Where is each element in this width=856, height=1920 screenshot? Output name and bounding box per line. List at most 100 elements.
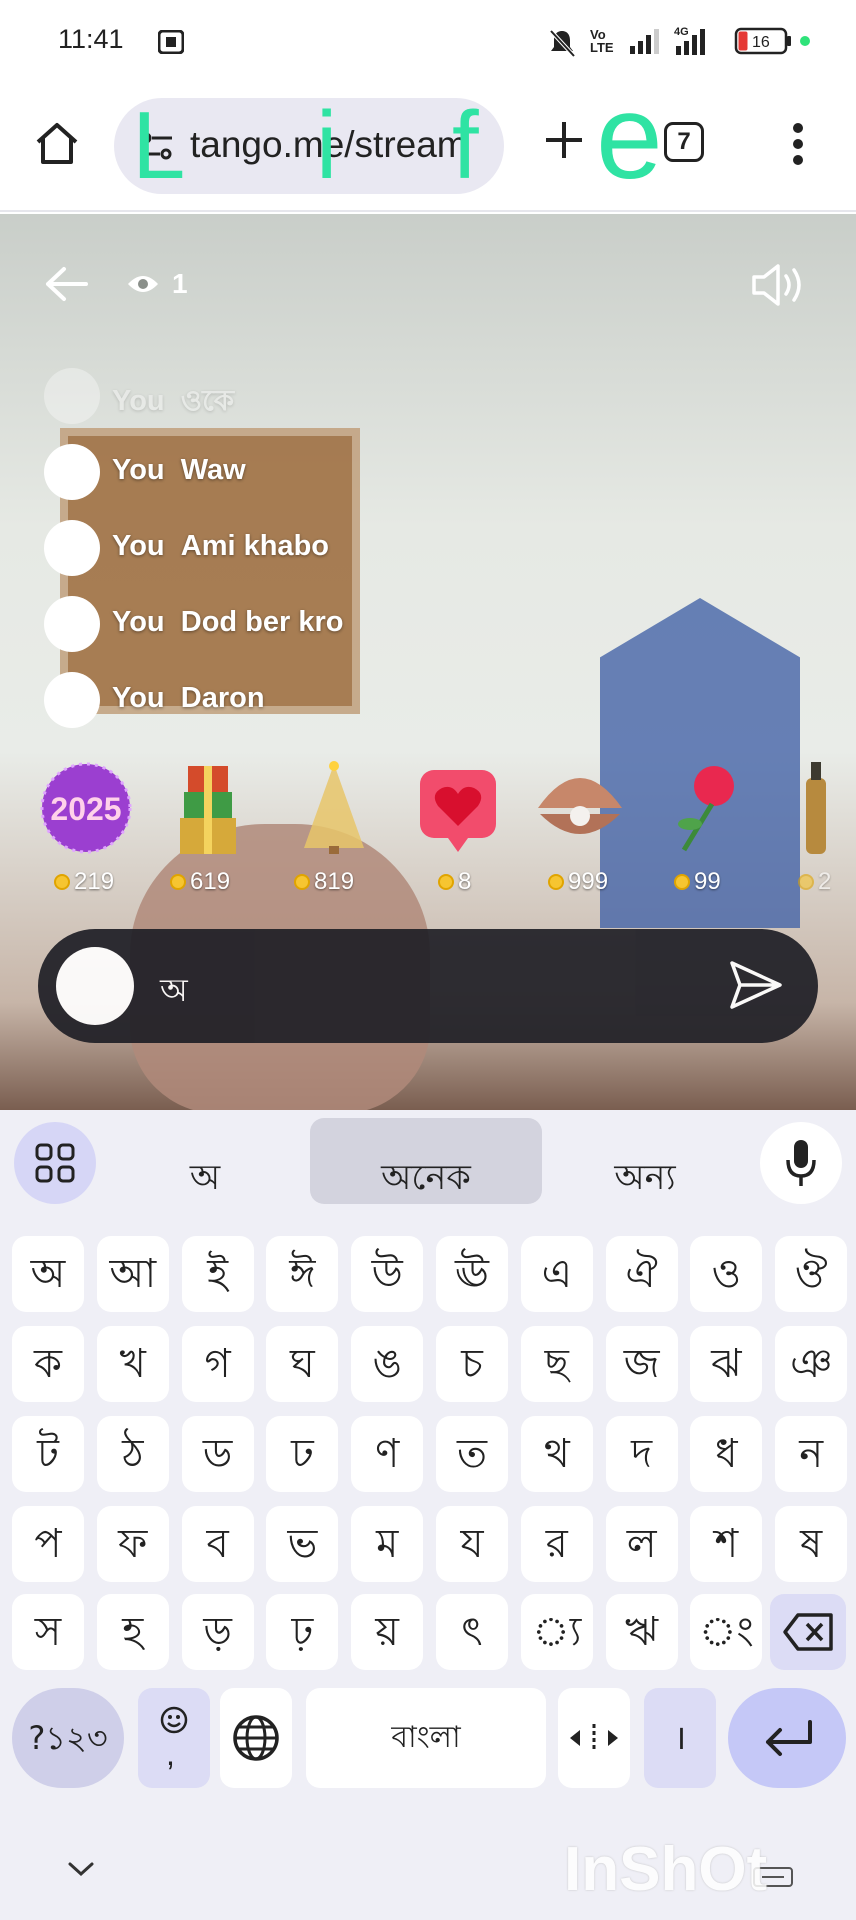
emoji-comma-key[interactable]: , bbox=[138, 1688, 210, 1788]
gift-pearl-shell[interactable]: 999 bbox=[530, 758, 640, 898]
key-2-7[interactable]: দ bbox=[605, 1416, 678, 1492]
key-1-9[interactable]: ঞ bbox=[775, 1326, 848, 1402]
key-0-6[interactable]: এ bbox=[520, 1236, 593, 1312]
key-2-1[interactable]: ঠ bbox=[96, 1416, 169, 1492]
language-key[interactable] bbox=[220, 1688, 292, 1788]
gift-christmas-tree[interactable]: 819 bbox=[284, 758, 394, 898]
key-4-6[interactable]: ্য bbox=[520, 1594, 593, 1670]
tab-switcher-button[interactable]: 7 bbox=[664, 122, 704, 162]
enter-key[interactable] bbox=[728, 1688, 846, 1788]
key-0-9[interactable]: ঔ bbox=[775, 1236, 848, 1312]
key-1-6[interactable]: ছ bbox=[520, 1326, 593, 1402]
key-1-4[interactable]: ঙ bbox=[351, 1326, 424, 1402]
suggestion-3[interactable]: অন্য bbox=[590, 1150, 700, 1209]
avatar[interactable] bbox=[44, 368, 100, 424]
keyboard: অ অনেক অন্য অআইঈউঊএঐওঔ কখগঘঙচছজঝঞ টঠডঢণতথদ… bbox=[0, 1110, 856, 1920]
back-arrow-icon[interactable] bbox=[44, 266, 88, 307]
gift-boxes[interactable]: 619 bbox=[160, 758, 270, 898]
site-settings-icon[interactable] bbox=[140, 130, 174, 167]
key-2-5[interactable]: ত bbox=[436, 1416, 508, 1492]
gift-2025-icon: 2025 bbox=[40, 762, 132, 854]
key-3-8[interactable]: শ bbox=[690, 1506, 763, 1582]
key-4-8[interactable]: ং bbox=[690, 1594, 763, 1670]
status-bar: 11:41 Vo LTE 4G 16 bbox=[0, 0, 856, 84]
key-4-3[interactable]: ঢ় bbox=[266, 1594, 339, 1670]
avatar[interactable] bbox=[44, 596, 100, 652]
key-4-7[interactable]: ঋ bbox=[605, 1594, 678, 1670]
rose-icon bbox=[678, 766, 734, 852]
key-1-7[interactable]: জ bbox=[605, 1326, 678, 1402]
key-1-0[interactable]: ক bbox=[12, 1326, 84, 1402]
avatar[interactable] bbox=[44, 520, 100, 576]
key-0-1[interactable]: আ bbox=[96, 1236, 169, 1312]
url-text: tango.me/stream bbox=[190, 124, 468, 165]
key-0-3[interactable]: ঈ bbox=[266, 1236, 339, 1312]
key-1-3[interactable]: ঘ bbox=[266, 1326, 339, 1402]
key-3-2[interactable]: ব bbox=[181, 1506, 254, 1582]
gift-2025[interactable]: 2025 219 bbox=[36, 758, 146, 898]
volte-icon: Vo LTE bbox=[590, 27, 614, 55]
new-tab-plus-icon[interactable] bbox=[542, 118, 586, 167]
key-0-2[interactable]: ই bbox=[181, 1236, 254, 1312]
address-bar[interactable]: tango.me/stream bbox=[114, 98, 504, 194]
key-4-1[interactable]: হ bbox=[96, 1594, 169, 1670]
gift-rose[interactable]: 99 bbox=[654, 758, 764, 898]
key-4-4[interactable]: য় bbox=[351, 1594, 424, 1670]
key-2-0[interactable]: ট bbox=[12, 1416, 84, 1492]
keyboard-menu-button[interactable] bbox=[14, 1122, 96, 1204]
hide-keyboard-icon[interactable] bbox=[66, 1860, 96, 1883]
key-2-8[interactable]: ধ bbox=[690, 1416, 763, 1492]
gift-heart[interactable]: 8 bbox=[408, 758, 518, 898]
key-2-4[interactable]: ণ bbox=[351, 1416, 424, 1492]
watermark: InShOt bbox=[564, 1835, 768, 1904]
avatar[interactable] bbox=[44, 672, 100, 728]
suggestion-1[interactable]: অ bbox=[150, 1150, 260, 1209]
voice-input-button[interactable] bbox=[760, 1122, 842, 1204]
comment-input-bar[interactable]: অ bbox=[38, 929, 818, 1043]
camera-dot-indicator bbox=[800, 36, 810, 46]
home-icon[interactable] bbox=[34, 120, 80, 171]
key-0-0[interactable]: অ bbox=[12, 1236, 84, 1312]
key-1-5[interactable]: চ bbox=[436, 1326, 508, 1402]
key-0-5[interactable]: ঊ bbox=[436, 1236, 508, 1312]
key-3-6[interactable]: র bbox=[520, 1506, 593, 1582]
gift-bottle[interactable]: 2 bbox=[780, 758, 856, 898]
key-0-7[interactable]: ঐ bbox=[605, 1236, 678, 1312]
send-icon[interactable] bbox=[728, 959, 784, 1016]
chat-text: Daron bbox=[180, 682, 265, 714]
backspace-key[interactable] bbox=[770, 1594, 846, 1670]
speaker-icon[interactable] bbox=[750, 262, 810, 313]
key-3-1[interactable]: ফ bbox=[96, 1506, 169, 1582]
key-1-8[interactable]: ঝ bbox=[690, 1326, 763, 1402]
key-3-4[interactable]: ম bbox=[351, 1506, 424, 1582]
key-2-3[interactable]: ঢ bbox=[266, 1416, 339, 1492]
key-2-9[interactable]: ন bbox=[775, 1416, 848, 1492]
cursor-move-key[interactable] bbox=[558, 1688, 630, 1788]
period-key[interactable]: । bbox=[644, 1688, 716, 1788]
chat-text: Dod ber kro bbox=[180, 606, 344, 638]
backspace-icon bbox=[783, 1613, 833, 1651]
key-3-0[interactable]: প bbox=[12, 1506, 84, 1582]
key-4-0[interactable]: স bbox=[12, 1594, 84, 1670]
key-2-2[interactable]: ড bbox=[181, 1416, 254, 1492]
comment-input[interactable]: অ bbox=[160, 965, 188, 1019]
key-0-8[interactable]: ও bbox=[690, 1236, 763, 1312]
bottle-icon bbox=[806, 762, 826, 854]
coin-icon bbox=[798, 874, 814, 890]
key-0-4[interactable]: উ bbox=[351, 1236, 424, 1312]
key-3-9[interactable]: ষ bbox=[775, 1506, 848, 1582]
avatar[interactable] bbox=[44, 444, 100, 500]
key-1-2[interactable]: গ bbox=[181, 1326, 254, 1402]
space-key[interactable]: বাংলা bbox=[306, 1688, 546, 1788]
symbols-key[interactable]: ?১২৩ bbox=[12, 1688, 124, 1788]
key-2-6[interactable]: থ bbox=[520, 1416, 593, 1492]
more-options-icon[interactable] bbox=[786, 122, 810, 171]
key-4-5[interactable]: ৎ bbox=[436, 1594, 508, 1670]
coin-icon bbox=[170, 874, 186, 890]
key-4-2[interactable]: ড় bbox=[181, 1594, 254, 1670]
key-3-3[interactable]: ভ bbox=[266, 1506, 339, 1582]
key-3-7[interactable]: ল bbox=[605, 1506, 678, 1582]
key-1-1[interactable]: খ bbox=[96, 1326, 169, 1402]
suggestion-2[interactable]: অনেক bbox=[310, 1150, 542, 1209]
key-3-5[interactable]: য bbox=[436, 1506, 508, 1582]
